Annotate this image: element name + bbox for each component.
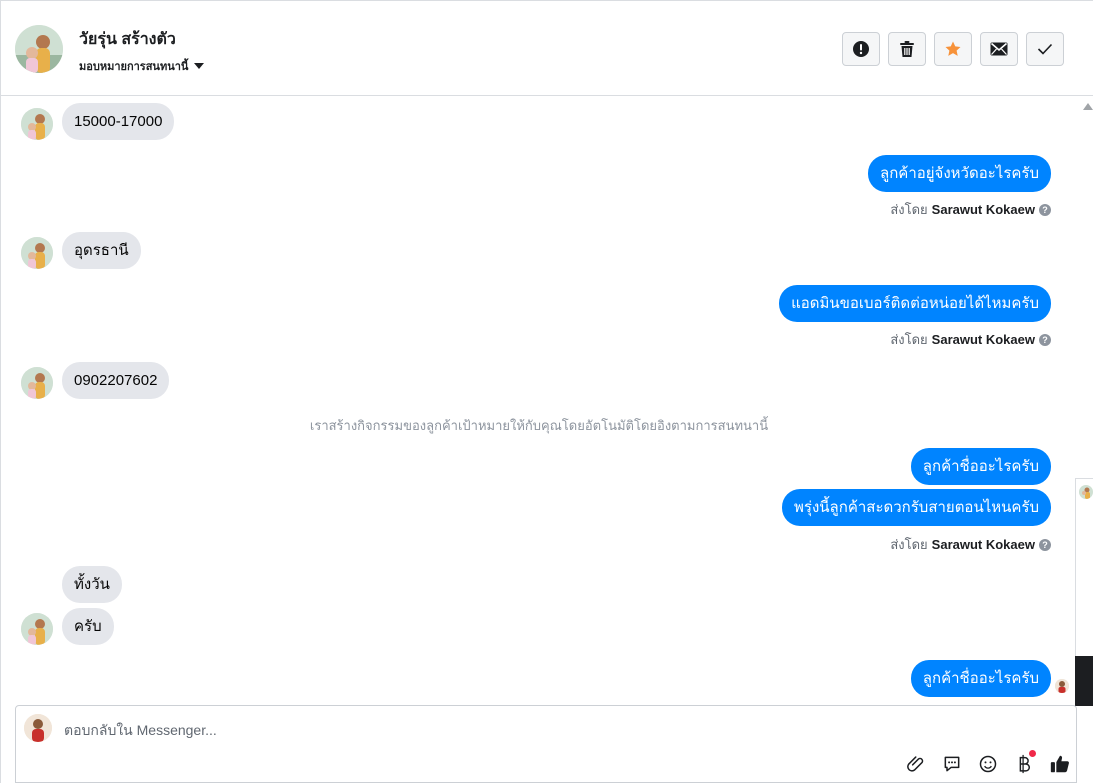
sent-by-prefix: ส่งโดย (890, 332, 928, 347)
delete-button[interactable] (888, 32, 926, 66)
sent-by-prefix: ส่งโดย (890, 202, 928, 217)
checkmark-icon (1037, 43, 1053, 55)
scroll-up-arrow-icon[interactable] (1083, 103, 1093, 110)
contact-name: วัยรุ่น สร้างตัว (79, 31, 176, 48)
my-avatar (24, 714, 52, 742)
contact-avatar-small (21, 367, 53, 399)
reply-composer (15, 705, 1077, 783)
header-actions (842, 32, 1064, 66)
emoji-button[interactable] (976, 752, 1000, 776)
thumbs-up-icon (1050, 755, 1069, 773)
side-panel-edge (1075, 478, 1093, 659)
incoming-message[interactable]: ทั้งวัน (62, 566, 122, 603)
attach-button[interactable] (904, 752, 928, 776)
side-panel-edge-dark (1075, 656, 1093, 706)
sender-name: Sarawut Kokaew (931, 332, 1035, 347)
exclamation-icon (853, 41, 869, 57)
assign-conversation-dropdown[interactable]: มอบหมายการสนทนานี้ (79, 57, 205, 75)
outgoing-message[interactable]: ลูกค้าชื่ออะไรครับ (910, 660, 1051, 697)
outgoing-message[interactable]: ลูกค้าอยู่จังหวัดอะไรครับ (868, 155, 1051, 192)
help-icon[interactable]: ? (1039, 538, 1051, 551)
system-note: เราสร้างกิจกรรมของลูกค้าเป้าหมายให้กับคุ… (309, 418, 769, 433)
mark-done-button[interactable] (1026, 32, 1064, 66)
outgoing-message[interactable]: พรุ่งนี้ลูกค้าสะดวกรับสายตอนไหนครับ (782, 489, 1051, 526)
contact-avatar-small (21, 237, 53, 269)
star-icon (945, 41, 961, 56)
messenger-conversation-window: วัยรุ่น สร้างตัว มอบหมายการสนทนานี้ 1500… (0, 0, 1093, 783)
sent-by-label: ส่งโดย Sarawut Kokaew ? (890, 329, 1051, 350)
sent-by-prefix: ส่งโดย (890, 537, 928, 552)
incoming-message[interactable]: อุดรธานี (62, 232, 141, 269)
sender-name: Sarawut Kokaew (931, 537, 1035, 552)
paperclip-icon (907, 756, 924, 772)
composer-tools (904, 750, 1072, 776)
incoming-message[interactable]: 15000-17000 (62, 103, 175, 140)
contact-avatar-small (21, 108, 53, 140)
contact-avatar[interactable] (15, 25, 63, 73)
caret-down-icon (194, 63, 205, 69)
baht-icon (1019, 754, 1030, 774)
sent-by-label: ส่งโดย Sarawut Kokaew ? (890, 199, 1051, 220)
reply-input[interactable] (64, 718, 864, 742)
contact-avatar-small (21, 613, 53, 645)
help-icon[interactable]: ? (1039, 333, 1051, 346)
incoming-message[interactable]: ครับ (62, 608, 114, 645)
assign-label: มอบหมายการสนทนานี้ (79, 61, 189, 73)
star-button[interactable] (934, 32, 972, 66)
message-thread[interactable]: 15000-17000 ลูกค้าอยู่จังหวัดอะไรครับ ส่… (1, 96, 1077, 698)
trash-icon (900, 41, 914, 57)
incoming-message[interactable]: 0902207602 (62, 362, 170, 399)
contact-avatar-mini (1079, 485, 1093, 499)
emoji-icon (979, 755, 997, 773)
payment-button[interactable] (1012, 750, 1036, 776)
help-icon[interactable]: ? (1039, 203, 1051, 216)
sent-by-label: ส่งโดย Sarawut Kokaew ? (890, 534, 1051, 555)
spam-button[interactable] (842, 32, 880, 66)
conversation-header: วัยรุ่น สร้างตัว มอบหมายการสนทนานี้ (1, 1, 1093, 96)
mark-unread-button[interactable] (980, 32, 1018, 66)
outgoing-message[interactable]: ลูกค้าชื่ออะไรครับ (910, 448, 1051, 485)
sender-name: Sarawut Kokaew (931, 202, 1035, 217)
seen-by-avatar (1055, 679, 1069, 693)
envelope-icon (990, 42, 1008, 56)
saved-reply-button[interactable] (940, 752, 964, 776)
notification-dot (1029, 750, 1036, 757)
like-button[interactable] (1048, 752, 1072, 776)
saved-reply-icon (944, 756, 960, 772)
outgoing-message[interactable]: แอดมินขอเบอร์ติดต่อหน่อยได้ไหมครับ (779, 285, 1051, 322)
